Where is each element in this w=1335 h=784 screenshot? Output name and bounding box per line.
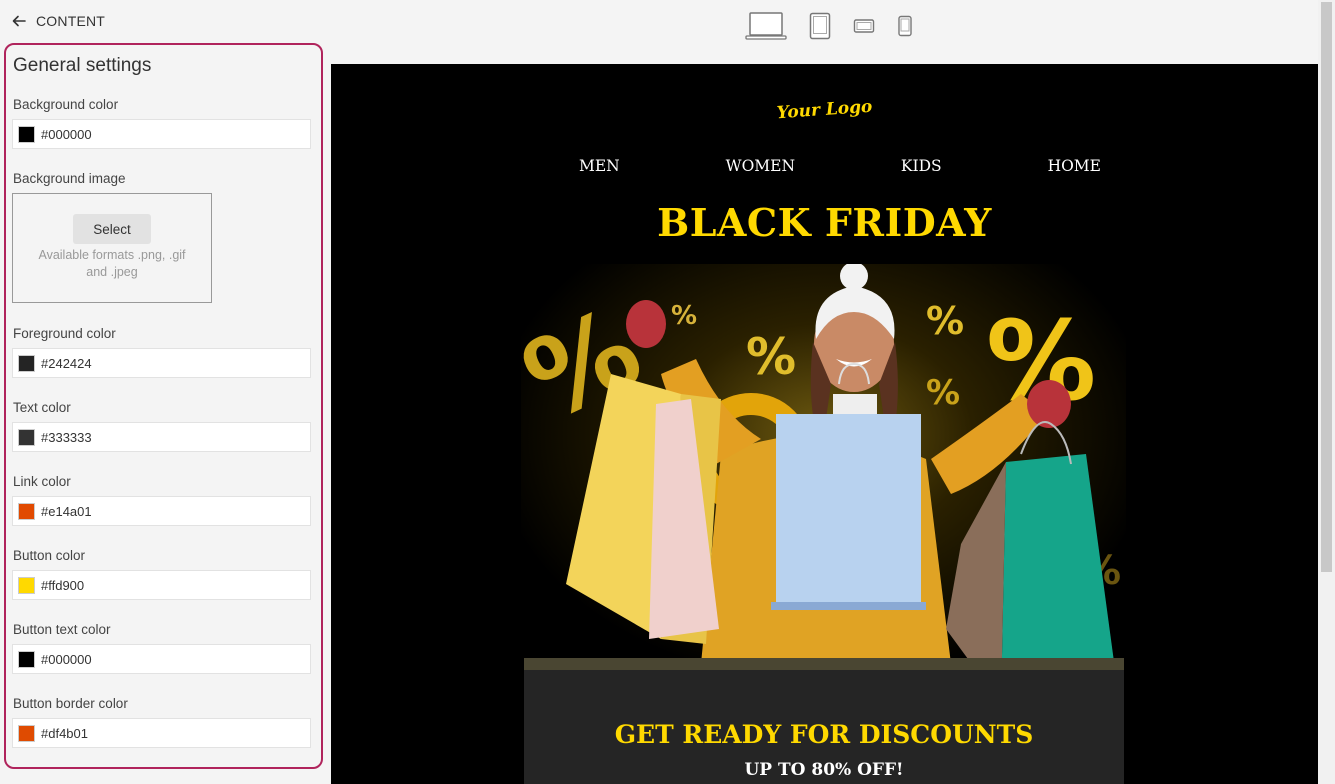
nav-item-home[interactable]: HOME <box>1048 157 1101 175</box>
percent-sign: % <box>746 328 796 386</box>
tablet-landscape-icon[interactable] <box>853 18 875 39</box>
text-color-field: Text color #333333 <box>12 400 315 452</box>
panel-title: General settings <box>13 55 152 76</box>
field-label: Background image <box>13 171 126 186</box>
button-border-color-input[interactable]: #df4b01 <box>12 718 311 748</box>
color-value: #333333 <box>41 429 92 445</box>
discount-offer: UP TO 80% OFF! <box>744 760 904 780</box>
email-logo[interactable]: Your Logo <box>332 66 1318 155</box>
field-label: Button color <box>13 548 86 563</box>
email-preview: Your Logo MEN WOMEN KIDS HOME BLACK FRID… <box>331 64 1318 784</box>
arrow-left-icon[interactable] <box>12 14 26 28</box>
back-to-content-link[interactable]: CONTENT <box>36 13 105 29</box>
headline: BLACK FRIDAY <box>657 200 992 245</box>
color-value: #242424 <box>41 355 92 371</box>
color-swatch[interactable] <box>18 125 35 143</box>
discount-heading: GET READY FOR DISCOUNTS <box>614 720 1034 749</box>
banner-top-edge <box>524 658 1124 670</box>
color-value: #ffd900 <box>41 577 85 593</box>
select-image-button[interactable]: Select <box>73 214 151 244</box>
desktop-icon[interactable] <box>745 11 787 46</box>
percent-sign: % <box>926 299 964 343</box>
link-color-field: Link color #e14a01 <box>12 474 315 526</box>
field-label: Button text color <box>13 622 111 637</box>
general-settings-panel: General settings Background color #00000… <box>4 43 323 769</box>
field-label: Text color <box>13 400 71 415</box>
button-color-field: Button color #ffd900 <box>12 548 315 600</box>
nav-item-women[interactable]: WOMEN <box>726 157 795 175</box>
email-nav: MEN WOMEN KIDS HOME <box>521 157 1121 175</box>
hero-image: % % % % % % % <box>521 264 1126 714</box>
scrollbar[interactable]: ▲ <box>1318 0 1335 784</box>
color-swatch[interactable] <box>18 576 35 594</box>
image-upload-dropzone[interactable]: Select Available formats .png, .gif and … <box>12 193 212 303</box>
field-label: Link color <box>13 474 71 489</box>
tablet-icon[interactable] <box>809 12 831 45</box>
field-label: Button border color <box>13 696 128 711</box>
topbar: CONTENT <box>0 0 330 42</box>
percent-sign: % <box>671 301 697 331</box>
color-swatch[interactable] <box>18 354 35 372</box>
link-color-input[interactable]: #e14a01 <box>12 496 311 526</box>
scrollbar-thumb[interactable] <box>1321 2 1332 572</box>
color-swatch[interactable] <box>18 428 35 446</box>
color-value: #df4b01 <box>41 725 88 741</box>
color-value: #e14a01 <box>41 503 92 519</box>
percent-sign: % <box>926 373 960 413</box>
nav-item-men[interactable]: MEN <box>579 157 620 175</box>
background-image-field: Background image Select Available format… <box>12 171 315 303</box>
button-border-color-field: Button border color #df4b01 <box>12 696 315 748</box>
field-label: Foreground color <box>13 326 116 341</box>
background-color-field: Background color #000000 <box>12 97 315 149</box>
background-color-input[interactable]: #000000 <box>12 119 311 149</box>
format-hint: Available formats .png, .gif and .jpeg <box>38 248 186 279</box>
color-value: #000000 <box>41 126 92 142</box>
button-color-input[interactable]: #ffd900 <box>12 570 311 600</box>
foreground-color-input[interactable]: #242424 <box>12 348 311 378</box>
color-value: #000000 <box>41 651 92 667</box>
foreground-color-field: Foreground color #242424 <box>12 326 315 378</box>
device-switcher <box>745 11 913 46</box>
color-swatch[interactable] <box>18 650 35 668</box>
mobile-icon[interactable] <box>897 15 913 42</box>
field-label: Background color <box>13 97 119 112</box>
color-swatch[interactable] <box>18 502 35 520</box>
button-text-color-input[interactable]: #000000 <box>12 644 311 674</box>
color-swatch[interactable] <box>18 724 35 742</box>
nav-item-kids[interactable]: KIDS <box>901 157 942 175</box>
button-text-color-field: Button text color #000000 <box>12 622 315 674</box>
text-color-input[interactable]: #333333 <box>12 422 311 452</box>
